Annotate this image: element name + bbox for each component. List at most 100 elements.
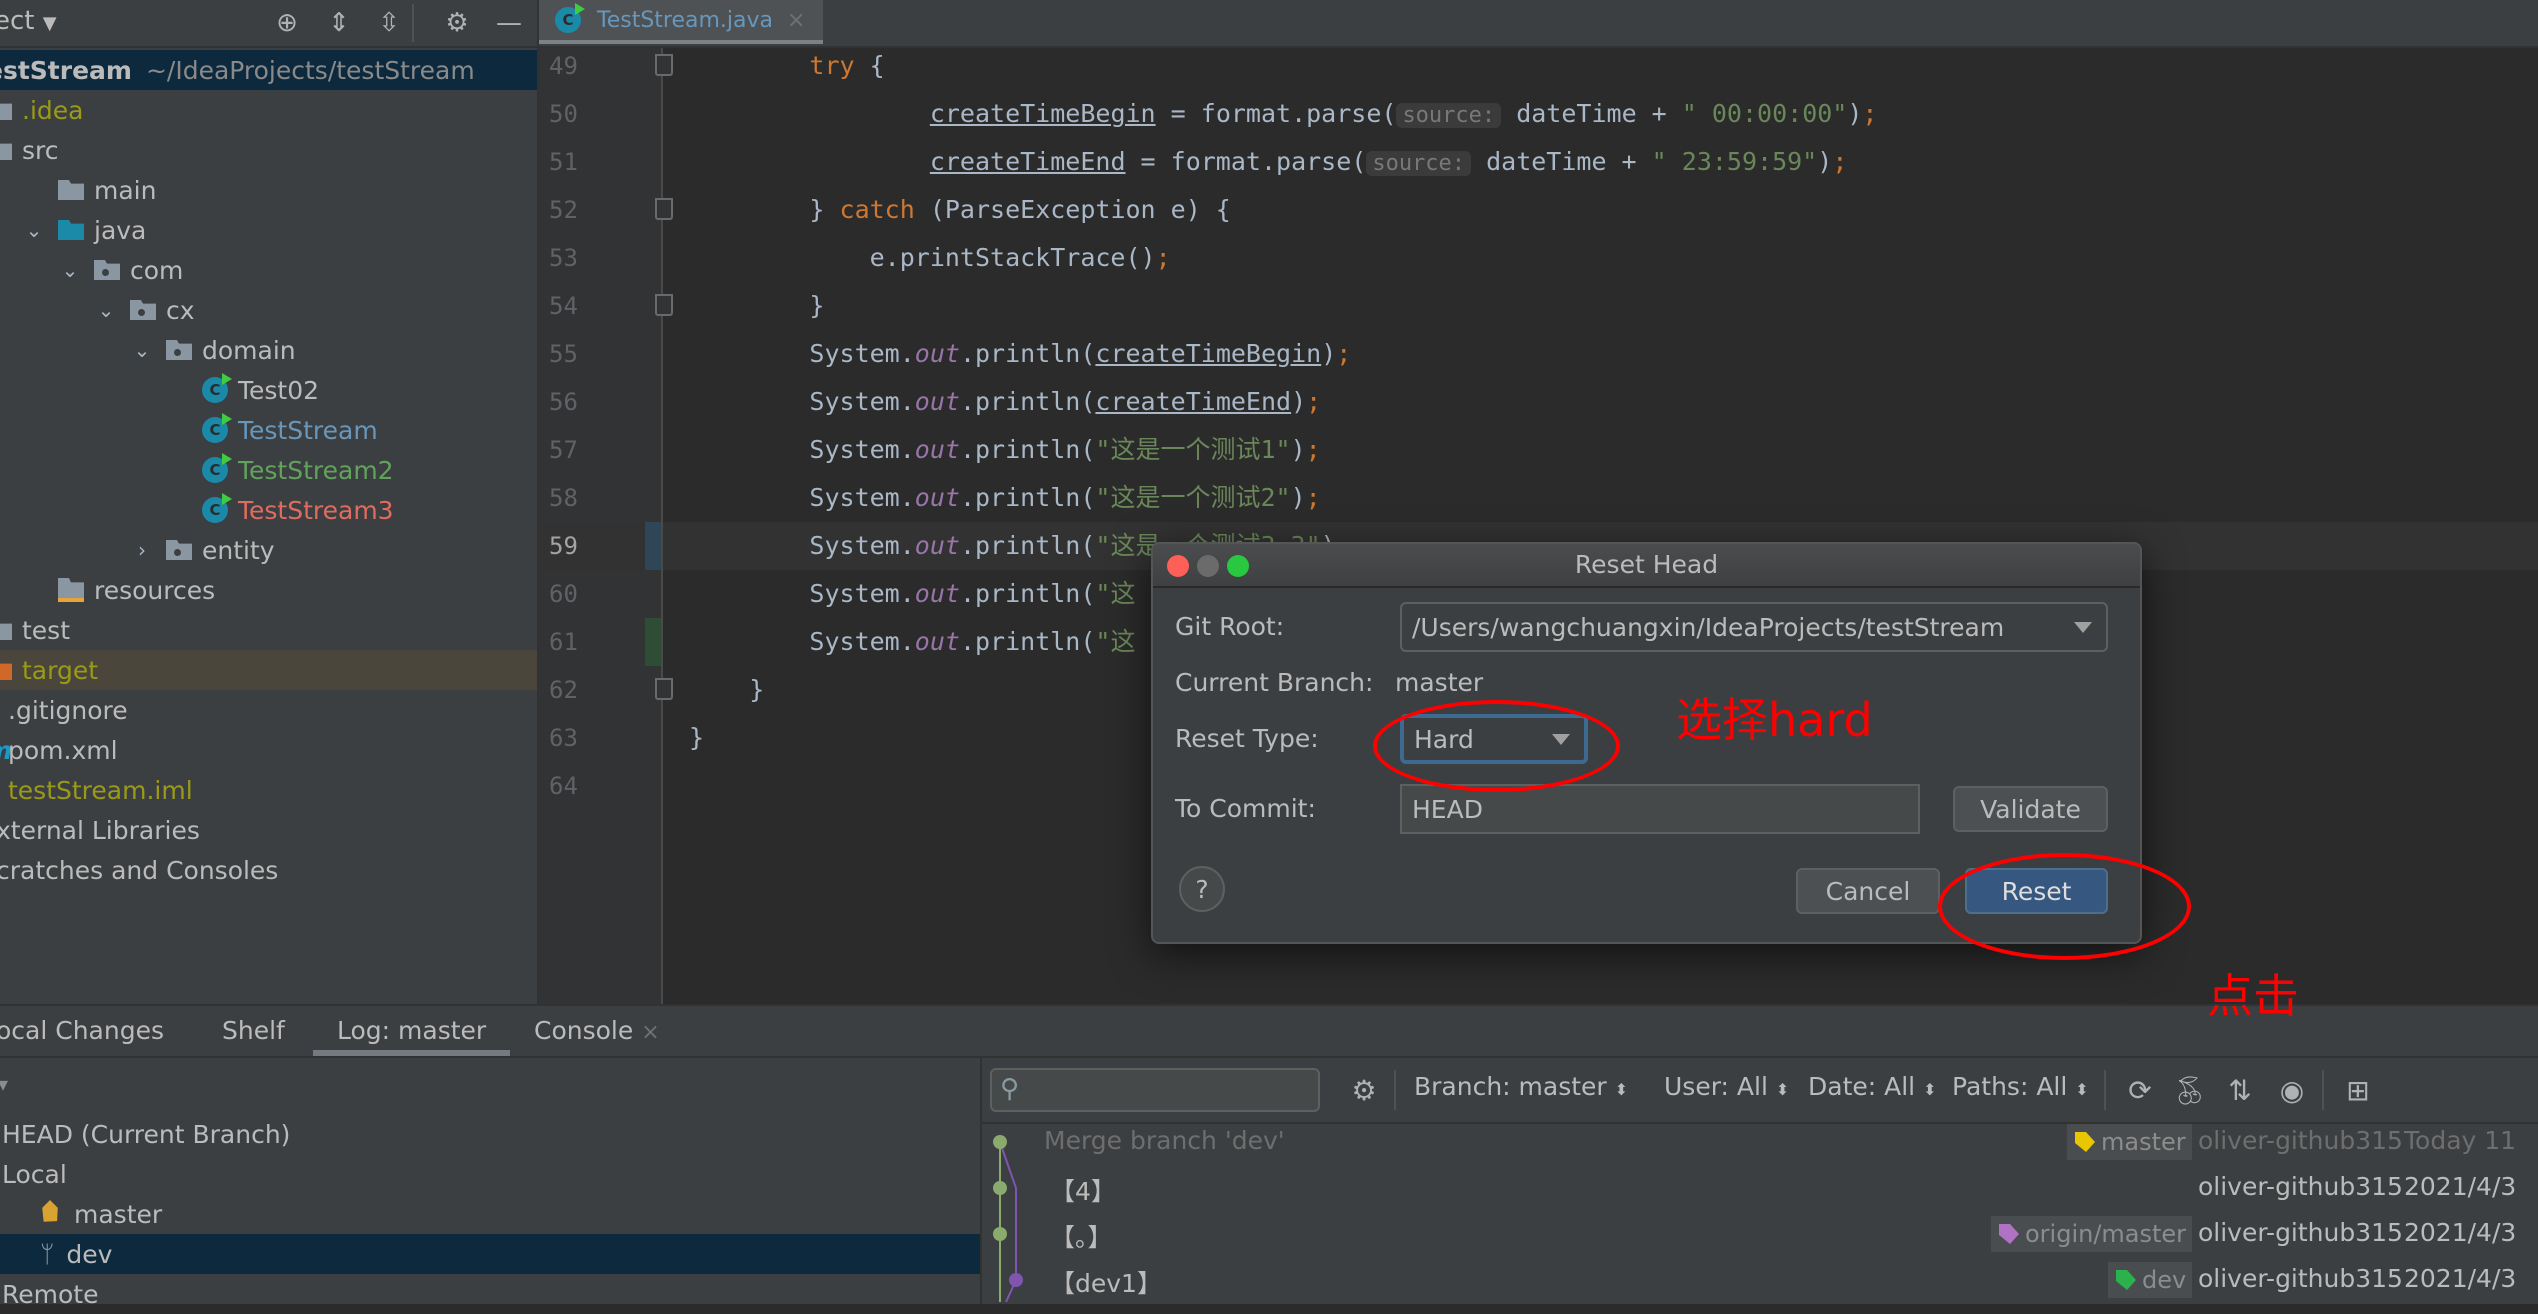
tree-item[interactable]: target (0, 650, 537, 690)
chevron-down-icon (2074, 622, 2092, 633)
collapse-all-icon[interactable]: ⇳ (372, 6, 406, 40)
locate-icon[interactable]: ⊕ (270, 6, 304, 40)
branch-tree-item[interactable]: Remote (0, 1274, 980, 1314)
branch-tree-item[interactable]: ᛘ dev (0, 1234, 980, 1274)
close-tab-icon[interactable]: × (787, 8, 805, 33)
gear-icon[interactable]: ⚙ (440, 6, 474, 40)
tab-log-master[interactable]: Log: master (313, 1006, 511, 1056)
tree-item[interactable]: test (0, 610, 537, 650)
tree-item-label: cratches and Consoles (0, 855, 279, 885)
branch-filter[interactable]: Branch: master ⬍ (1414, 1072, 1628, 1101)
current-branch-value: master (1395, 668, 1484, 697)
commit-author: oliver-github315 (2198, 1126, 2403, 1155)
package-icon (94, 260, 120, 280)
minimize-icon[interactable]: — (492, 6, 526, 40)
tree-item[interactable]: C TestStream3 (0, 490, 537, 530)
code-token: " 23:59:59" (1651, 147, 1818, 176)
date-filter[interactable]: Date: All ⬍ (1808, 1072, 1936, 1101)
close-console-icon[interactable]: × (641, 1020, 659, 1045)
commit-row[interactable]: Merge branch 'dev' master oliver-github315… (982, 1120, 2538, 1166)
line-number: 51 (549, 148, 578, 176)
commit-author: oliver-github315 (2198, 1172, 2403, 1201)
fold-marker-icon[interactable] (655, 54, 673, 76)
chevron-down-icon[interactable]: ⌄ (58, 258, 82, 282)
code-token: "这 (1095, 579, 1136, 608)
commit-row[interactable]: 【dev1】 dev oliver-github315 2021/4/3 (982, 1258, 2538, 1304)
tree-item[interactable]: ⌄ com (0, 250, 537, 290)
tab-local-changes[interactable]: ocal Changes (0, 1006, 164, 1056)
tree-item[interactable]: ⌄ java (0, 210, 537, 250)
branch-label: dev (66, 1239, 113, 1269)
tab-teststream-java[interactable]: C TestStream.java × (539, 0, 824, 44)
sort-icon[interactable]: ⇅ (2220, 1070, 2260, 1110)
code-token: System. (689, 387, 915, 416)
branch-tree-item[interactable]: master (0, 1194, 980, 1234)
tab-console[interactable]: Console × (534, 1006, 660, 1056)
tree-item[interactable]: mpom.xml (0, 730, 537, 770)
tree-item[interactable]: main (0, 170, 537, 210)
help-button[interactable]: ? (1179, 866, 1225, 912)
fold-marker-icon[interactable] (655, 198, 673, 220)
refresh-icon[interactable]: ⟳ (2120, 1070, 2160, 1110)
commit-row[interactable]: 【4】 oliver-github315 2021/4/3 (982, 1166, 2538, 1212)
to-commit-input[interactable]: HEAD (1400, 784, 1920, 834)
log-search-input[interactable]: ⚲ (990, 1068, 1320, 1112)
code-token: ; (1336, 339, 1352, 368)
paths-filter[interactable]: Paths: All ⬍ (1952, 1072, 2089, 1101)
tree-item[interactable]: .gitignore (0, 690, 537, 730)
bottom-tab-bar: ocal Changes Shelf Log: master Console × (0, 1006, 2538, 1058)
vcs-modified-marker[interactable] (645, 522, 661, 570)
tree-item[interactable]: › entity (0, 530, 537, 570)
git-root-dropdown[interactable]: /Users/wangchuangxin/IdeaProjects/testSt… (1400, 602, 2108, 652)
new-tab-icon[interactable]: ⊞ (2338, 1070, 2378, 1110)
cancel-button[interactable]: Cancel (1796, 868, 1940, 914)
user-filter[interactable]: User: All ⬍ (1664, 1072, 1789, 1101)
reset-type-dropdown[interactable]: Hard (1400, 714, 1588, 764)
cherry-pick-icon[interactable]: 🍒︎ (2170, 1070, 2210, 1110)
tree-item[interactable]: C TestStream2 (0, 450, 537, 490)
tree-item[interactable]: testStream.iml (0, 770, 537, 810)
code-token: try (689, 51, 870, 80)
branch-icon: ᛘ (40, 1240, 55, 1268)
reset-button[interactable]: Reset (1965, 868, 2108, 914)
tree-item[interactable]: ⌄ domain (0, 330, 537, 370)
code-token: out (914, 627, 960, 656)
chevron-down-icon[interactable]: ⌄ (130, 338, 154, 362)
line-number: 50 (549, 100, 578, 128)
code-token: { (869, 51, 885, 80)
tree-item[interactable]: cratches and Consoles (0, 850, 537, 890)
project-view-selector[interactable]: ect ▼ (0, 6, 57, 36)
tree-item-content: estStream ~/IdeaProjects/testStream (0, 56, 475, 85)
tree-item-content: C Test02 (166, 373, 319, 405)
tree-item[interactable]: estStream ~/IdeaProjects/testStream (0, 50, 537, 90)
fold-marker-icon[interactable] (655, 294, 673, 316)
tab-shelf[interactable]: Shelf (222, 1006, 285, 1056)
commit-row[interactable]: 【。】 origin/master oliver-github315 2021/4/3 (982, 1212, 2538, 1258)
chevron-down-icon[interactable]: ⌄ (22, 218, 46, 242)
gear-icon[interactable]: ⚙ (1344, 1070, 1384, 1110)
tab-console-label: Console (534, 1016, 634, 1045)
tree-item[interactable]: ⌄ cx (0, 290, 537, 330)
tree-item[interactable]: C TestStream (0, 410, 537, 450)
tree-item[interactable]: resources (0, 570, 537, 610)
commit-date: Today 11 (2404, 1126, 2517, 1155)
validate-button[interactable]: Validate (1953, 786, 2108, 832)
tree-item[interactable]: .idea (0, 90, 537, 130)
branch-tree-item[interactable]: HEAD (Current Branch) (0, 1114, 980, 1154)
eye-icon[interactable]: ◉ (2272, 1070, 2312, 1110)
code-token: .println( (959, 627, 1096, 656)
tree-item[interactable]: xternal Libraries (0, 810, 537, 850)
package-icon (166, 340, 192, 360)
fold-marker-icon[interactable] (655, 678, 673, 700)
branch-tree-item[interactable]: Local (0, 1154, 980, 1194)
tree-item[interactable]: C Test02 (0, 370, 537, 410)
package-icon (130, 300, 156, 320)
tree-item[interactable]: src (0, 130, 537, 170)
chevron-down-icon (1552, 734, 1570, 745)
chevron-down-icon[interactable]: ⌄ (94, 298, 118, 322)
chevron-down-icon[interactable]: ▾ (0, 1072, 8, 1096)
chevron-right-icon[interactable]: › (130, 538, 154, 562)
vcs-added-marker[interactable] (645, 618, 661, 666)
expand-all-icon[interactable]: ⇕ (322, 6, 356, 40)
code-token: .println( (959, 387, 1096, 416)
